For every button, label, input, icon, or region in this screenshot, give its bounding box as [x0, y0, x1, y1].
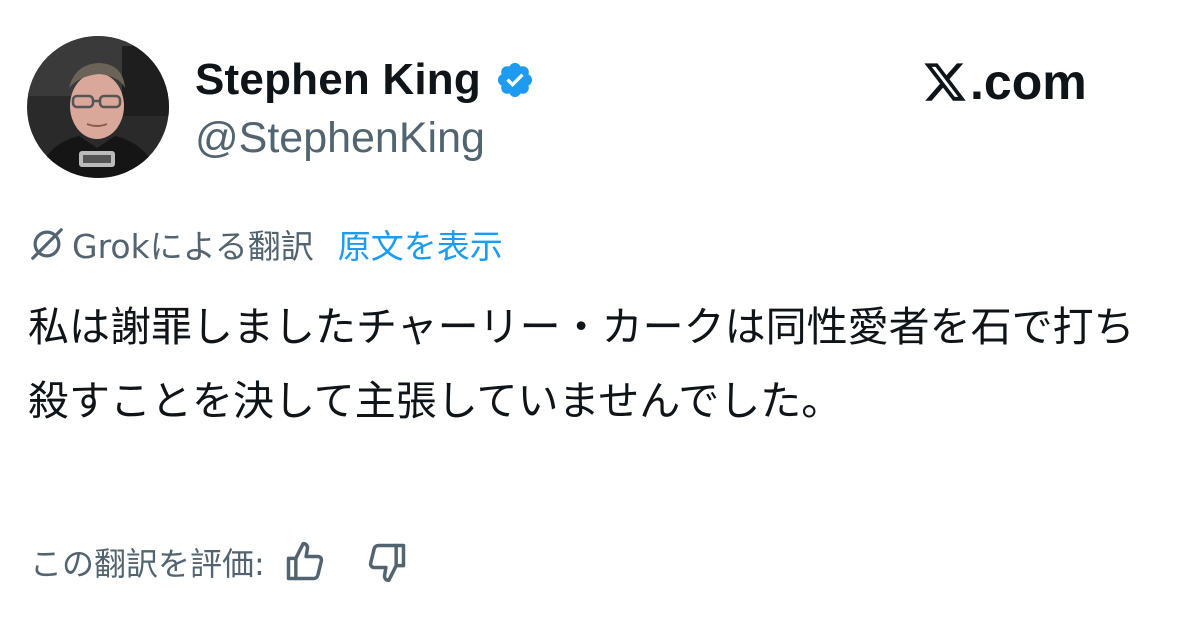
site-brand: .com	[922, 52, 1087, 112]
avatar[interactable]	[27, 36, 169, 178]
rate-translation-bar: この翻訳を評価:	[30, 538, 411, 586]
site-brand-text: .com	[970, 54, 1087, 110]
author-display-name[interactable]: Stephen King	[195, 55, 481, 105]
x-logo-icon	[924, 63, 966, 101]
rate-translation-label: この翻訳を評価:	[30, 545, 265, 583]
thumbs-up-button[interactable]	[281, 538, 329, 586]
show-original-link[interactable]: 原文を表示	[338, 220, 503, 268]
author-name-row: Stephen King	[195, 52, 535, 108]
thumbs-down-button[interactable]	[363, 538, 411, 586]
grok-icon	[31, 228, 63, 260]
thumbs-down-icon	[368, 543, 406, 583]
author-handle[interactable]: @StephenKing	[195, 114, 485, 163]
tweet-text: 私は謝罪しましたチャーリー・カークは同性愛者を石で打ち殺すことを決して主張してい…	[28, 303, 1135, 425]
profile-photo-icon	[27, 36, 169, 178]
translation-bar: Grokによる翻訳 原文を表示	[28, 220, 503, 268]
thumbs-up-icon	[286, 541, 323, 581]
verified-badge-icon	[497, 62, 533, 98]
translated-by-label: Grokによる翻訳	[72, 227, 314, 266]
